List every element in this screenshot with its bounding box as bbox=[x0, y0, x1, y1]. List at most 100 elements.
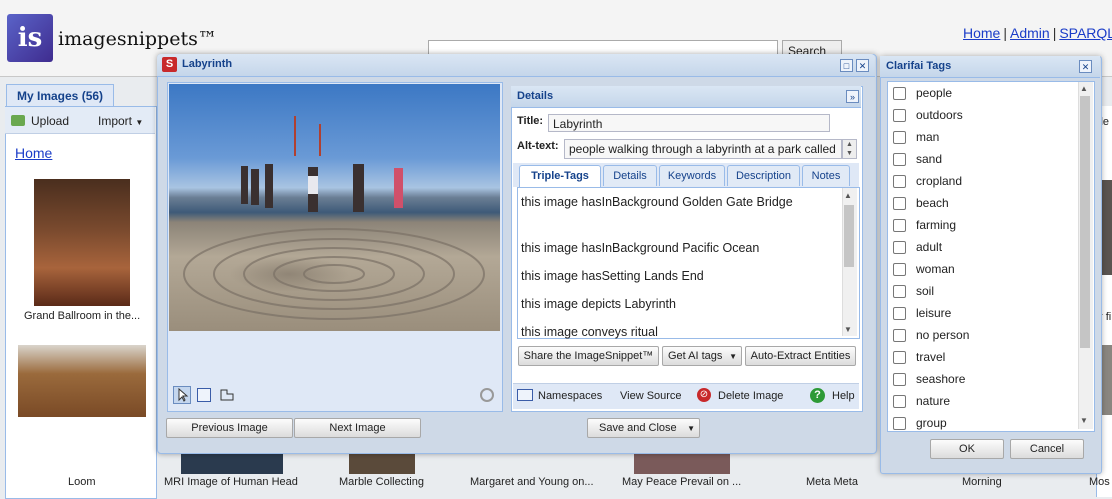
clarifai-tag-item[interactable]: seashore bbox=[893, 370, 965, 388]
triple-row[interactable]: this image depicts Labyrinth bbox=[521, 297, 676, 311]
tag-checkbox[interactable] bbox=[893, 240, 906, 254]
help-button[interactable]: Help bbox=[832, 390, 855, 402]
tag-checkbox[interactable] bbox=[893, 372, 906, 386]
tab-details[interactable]: Details bbox=[603, 165, 657, 186]
scroll-down-icon[interactable]: ▼ bbox=[844, 325, 852, 334]
rectangle-tool-icon[interactable] bbox=[197, 388, 211, 402]
namespaces-button[interactable]: Namespaces bbox=[538, 390, 602, 402]
title-field[interactable]: Labyrinth bbox=[548, 114, 830, 132]
clarifai-tag-item[interactable]: sand bbox=[893, 150, 942, 168]
tag-checkbox[interactable] bbox=[893, 284, 906, 298]
nav-home-link[interactable]: Home bbox=[963, 25, 1000, 41]
tab-description[interactable]: Description bbox=[727, 165, 800, 186]
tag-checkbox[interactable] bbox=[893, 196, 906, 210]
tab-my-images[interactable]: My Images (56) bbox=[6, 84, 114, 106]
triple-row[interactable]: this image hasInBackground Pacific Ocean bbox=[521, 241, 759, 255]
alt-text-field[interactable]: people walking through a labyrinth at a … bbox=[564, 139, 842, 159]
ok-button[interactable]: OK bbox=[930, 439, 1004, 459]
tag-checkbox[interactable] bbox=[893, 394, 906, 408]
caption-margaret: Margaret and Young on... bbox=[470, 476, 594, 488]
nav-admin-link[interactable]: Admin bbox=[1010, 25, 1050, 41]
clarifai-tag-item[interactable]: soil bbox=[893, 282, 934, 300]
tag-checkbox[interactable] bbox=[893, 108, 906, 122]
scroll-up-icon[interactable]: ▲ bbox=[1080, 84, 1088, 93]
close-icon[interactable]: ✕ bbox=[856, 59, 869, 72]
triples-scroll-thumb[interactable] bbox=[844, 205, 854, 267]
clarifai-tag-item[interactable]: travel bbox=[893, 348, 945, 366]
clarifai-tag-item[interactable]: no person bbox=[893, 326, 969, 344]
image-dialog-titlebar[interactable] bbox=[157, 54, 875, 77]
tab-triple-tags[interactable]: Triple-Tags bbox=[519, 165, 601, 187]
imagesnippets-icon: S bbox=[162, 57, 177, 72]
home-link[interactable]: Home bbox=[15, 145, 52, 161]
tab-keywords[interactable]: Keywords bbox=[659, 165, 725, 186]
tag-checkbox[interactable] bbox=[893, 350, 906, 364]
chevron-down-icon: ▼ bbox=[729, 352, 737, 361]
tag-label: sand bbox=[916, 152, 943, 166]
scroll-up-icon[interactable]: ▲ bbox=[844, 191, 852, 200]
polygon-tool-icon[interactable] bbox=[219, 387, 237, 405]
thumbnail-marble[interactable] bbox=[349, 452, 415, 474]
tag-checkbox[interactable] bbox=[893, 86, 906, 100]
triple-tags-list[interactable] bbox=[517, 187, 860, 339]
details-title: Details bbox=[517, 90, 554, 102]
thumbnail-may-peace[interactable] bbox=[634, 452, 730, 474]
clarifai-scroll-thumb[interactable] bbox=[1080, 96, 1090, 348]
details-header bbox=[511, 86, 861, 108]
next-image-button[interactable]: Next Image bbox=[294, 418, 421, 438]
share-button[interactable]: Share the ImageSnippet™ bbox=[518, 346, 659, 366]
clarifai-tag-item[interactable]: leisure bbox=[893, 304, 951, 322]
tag-checkbox[interactable] bbox=[893, 218, 906, 232]
tab-notes[interactable]: Notes bbox=[802, 165, 850, 186]
clarifai-tag-item[interactable]: man bbox=[893, 128, 939, 146]
tag-checkbox[interactable] bbox=[893, 416, 906, 430]
auto-extract-button[interactable]: Auto-Extract Entities bbox=[745, 346, 856, 366]
import-button[interactable]: Import ▼ bbox=[98, 114, 143, 128]
triple-row[interactable]: this image hasSetting Lands End bbox=[521, 269, 704, 283]
clarifai-tag-item[interactable]: adult bbox=[893, 238, 942, 256]
thumbnail-loom[interactable] bbox=[18, 345, 146, 417]
clarifai-tag-item[interactable]: group bbox=[893, 414, 947, 432]
get-ai-tags-button[interactable]: Get AI tags ▼ bbox=[662, 346, 742, 366]
clarifai-tag-item[interactable]: outdoors bbox=[893, 106, 963, 124]
pointer-tool-icon[interactable] bbox=[173, 386, 191, 404]
tag-label: adult bbox=[916, 240, 943, 254]
tag-label: beach bbox=[916, 196, 949, 210]
refresh-icon[interactable] bbox=[480, 388, 494, 402]
labyrinth-photo[interactable] bbox=[169, 84, 500, 331]
logo-letters: is bbox=[17, 23, 43, 53]
tag-label: no person bbox=[916, 328, 970, 342]
delete-image-button[interactable]: Delete Image bbox=[718, 390, 783, 402]
save-and-close-label: Save and Close bbox=[599, 422, 677, 434]
nav-sparql-link[interactable]: SPARQL S bbox=[1059, 25, 1112, 41]
clarifai-tag-item[interactable]: cropland bbox=[893, 172, 962, 190]
thumbnail-mri[interactable] bbox=[181, 452, 283, 474]
previous-image-button[interactable]: Previous Image bbox=[166, 418, 293, 438]
triple-row[interactable]: this image hasInBackground Golden Gate B… bbox=[521, 195, 793, 209]
clarifai-tag-item[interactable]: woman bbox=[893, 260, 955, 278]
tag-checkbox[interactable] bbox=[893, 306, 906, 320]
alt-text-spinner[interactable]: ▲ ▼ bbox=[842, 139, 857, 159]
maximize-icon[interactable]: □ bbox=[840, 59, 853, 72]
tag-checkbox[interactable] bbox=[893, 130, 906, 144]
triple-row[interactable]: this image conveys ritual bbox=[521, 325, 658, 339]
close-icon[interactable]: ✕ bbox=[1079, 60, 1092, 73]
tag-label: group bbox=[916, 416, 947, 430]
collapse-icon[interactable]: » bbox=[846, 90, 859, 103]
clarifai-tag-item[interactable]: beach bbox=[893, 194, 949, 212]
tag-checkbox[interactable] bbox=[893, 174, 906, 188]
clarifai-tag-item[interactable]: people bbox=[893, 84, 952, 102]
view-source-button[interactable]: View Source bbox=[620, 390, 682, 402]
cancel-button[interactable]: Cancel bbox=[1010, 439, 1084, 459]
upload-button[interactable]: Upload bbox=[31, 114, 69, 128]
tag-checkbox[interactable] bbox=[893, 328, 906, 342]
scroll-down-icon[interactable]: ▼ bbox=[1080, 416, 1088, 425]
tag-checkbox[interactable] bbox=[893, 262, 906, 276]
clarifai-tag-item[interactable]: nature bbox=[893, 392, 950, 410]
thumbnail-grand-ballroom[interactable] bbox=[34, 179, 130, 306]
tag-checkbox[interactable] bbox=[893, 152, 906, 166]
save-and-close-button[interactable]: Save and Close ▼ bbox=[587, 418, 700, 438]
title-label: Title: bbox=[517, 115, 544, 127]
app-logo[interactable]: is bbox=[7, 14, 53, 62]
clarifai-tag-item[interactable]: farming bbox=[893, 216, 956, 234]
